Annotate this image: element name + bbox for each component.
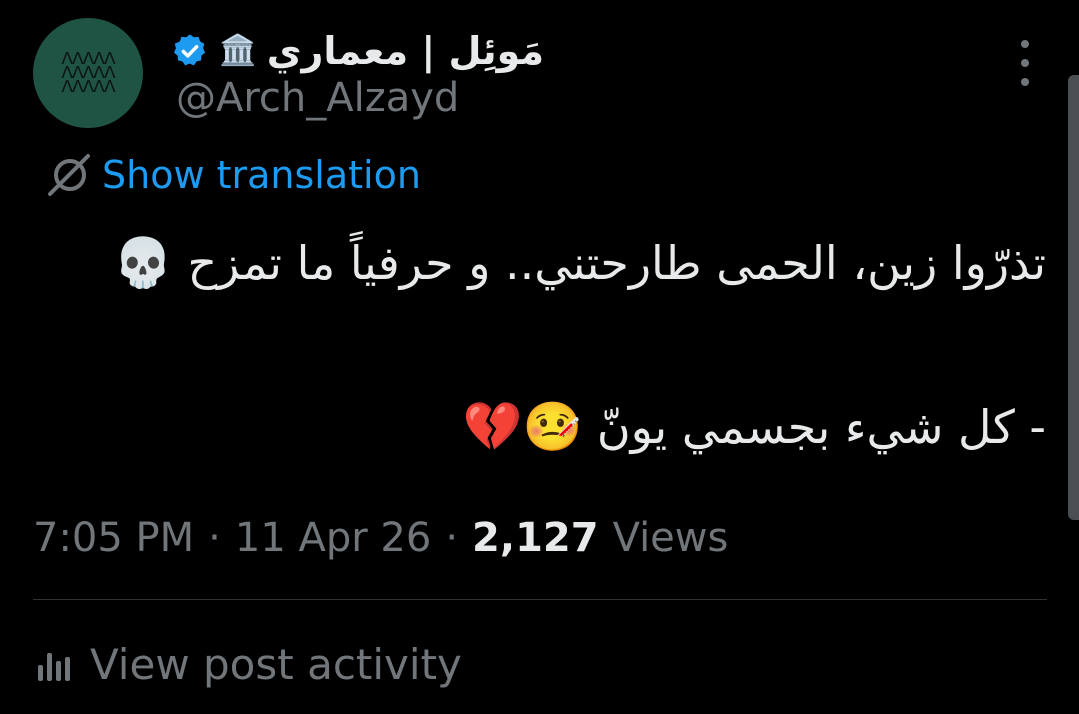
more-dot bbox=[1021, 40, 1029, 48]
author-name-row[interactable]: مَوئِل | معماري 🏛️ bbox=[171, 26, 544, 76]
meta-separator: · bbox=[208, 515, 221, 561]
globe-translate-icon bbox=[48, 154, 90, 196]
tweet-line-1-text: تذرّوا زين، الحمى طارحتني.. و حرفياً ما … bbox=[187, 236, 1046, 290]
view-post-activity-button[interactable]: View post activity bbox=[36, 636, 462, 692]
view-post-activity-label[interactable]: View post activity bbox=[90, 640, 462, 689]
building-emoji: 🏛️ bbox=[219, 33, 257, 68]
more-options-icon[interactable] bbox=[1007, 40, 1043, 86]
views-count: 2,127 bbox=[472, 515, 599, 561]
more-dot bbox=[1021, 78, 1029, 86]
more-dot bbox=[1021, 59, 1029, 67]
show-translation-button[interactable]: Show translation bbox=[44, 150, 421, 200]
tweet-date[interactable]: 11 Apr 26 bbox=[235, 515, 431, 561]
views-label: Views bbox=[612, 515, 729, 561]
skull-emoji: 💀 bbox=[113, 235, 173, 291]
tweet-text-line-2: - كل شيء بجسمي يونّ 🤒💔 bbox=[463, 400, 1046, 454]
author-handle[interactable]: @Arch_Alzayd bbox=[176, 75, 459, 121]
divider bbox=[33, 599, 1047, 600]
scrollbar[interactable] bbox=[1068, 75, 1079, 520]
author-avatar[interactable]: ᐱᐱᐱᐱᐱ ᐱᐱᐱᐱᐱ ᐱᐱᐱᐱᐱ bbox=[33, 18, 143, 128]
meta-separator: · bbox=[445, 515, 459, 561]
bar-chart-icon bbox=[38, 653, 70, 681]
tweet-time[interactable]: 7:05 PM bbox=[33, 515, 194, 561]
tweet-text-line-1: تذرّوا زين، الحمى طارحتني.. و حرفياً ما … bbox=[113, 236, 1046, 290]
show-translation-label[interactable]: Show translation bbox=[102, 153, 421, 197]
sick-heartbreak-emojis: 🤒💔 bbox=[462, 399, 583, 455]
verified-badge-icon[interactable] bbox=[171, 32, 209, 70]
tweet-metadata: 7:05 PM · 11 Apr 26 · 2,127 Views bbox=[33, 510, 728, 566]
tweet-line-2-text: - كل شيء بجسمي يونّ bbox=[596, 400, 1046, 454]
avatar-logo-mark: ᐱᐱᐱᐱᐱ ᐱᐱᐱᐱᐱ ᐱᐱᐱᐱᐱ bbox=[61, 49, 115, 97]
author-display-name[interactable]: مَوئِل | معماري bbox=[267, 29, 544, 73]
